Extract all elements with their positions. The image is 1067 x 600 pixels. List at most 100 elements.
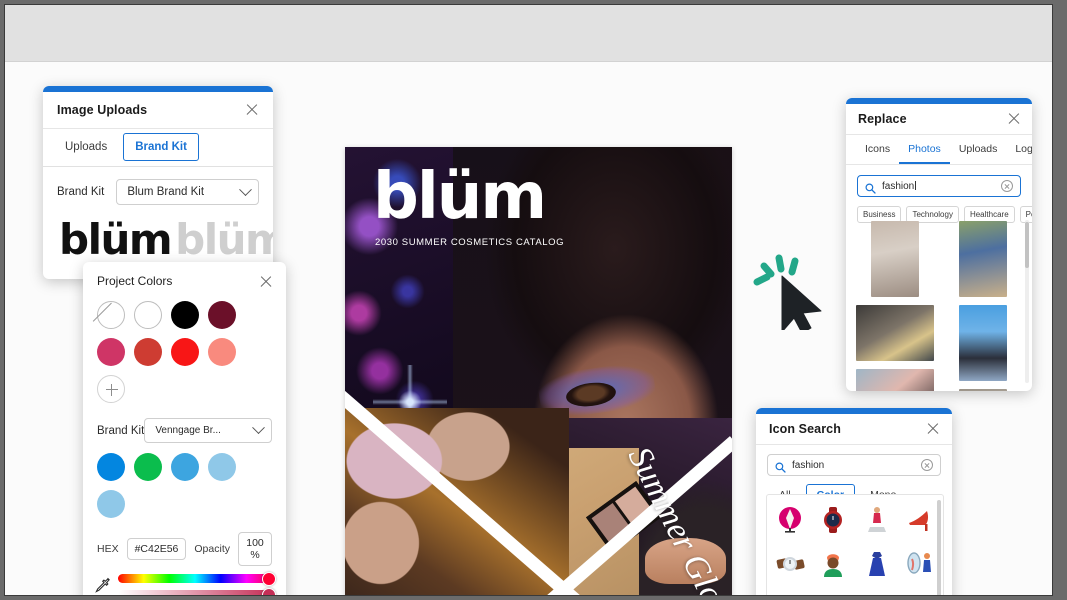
replace-search-input[interactable]: fashion: [882, 181, 995, 192]
project-brand-kit-label: Brand Kit: [97, 424, 145, 437]
cover-brand-title[interactable]: blüm: [373, 165, 547, 229]
swatch-white[interactable]: [134, 301, 162, 329]
project-colors-panel[interactable]: Project Colors Brand Kit Venngage Br...: [83, 262, 286, 596]
blue-gown-icon[interactable]: [856, 543, 898, 585]
clear-icon[interactable]: [921, 459, 933, 471]
click-cursor-icon: [747, 248, 827, 334]
tab-icons[interactable]: Icons: [856, 135, 899, 164]
swatch-brand-green[interactable]: [134, 453, 162, 481]
cover-subtitle[interactable]: 2030 SUMMER COSMETICS CATALOG: [375, 237, 564, 248]
opacity-input[interactable]: 100 %: [238, 532, 272, 566]
brand-kit-field-row: Brand Kit Blum Brand Kit: [57, 179, 259, 205]
photo-couple-on-bench[interactable]: [856, 305, 934, 361]
image-uploads-header: Image Uploads: [43, 92, 273, 129]
alpha-slider-knob[interactable]: [262, 587, 276, 595]
icon-results-grid[interactable]: [766, 494, 944, 595]
photo-watch-pink-outfit[interactable]: [856, 369, 934, 391]
replace-panel-header: Replace: [846, 104, 1032, 135]
model-on-runway-icon[interactable]: [856, 499, 898, 541]
replace-photo-results[interactable]: [846, 217, 1032, 391]
icon-search-box[interactable]: fashion: [767, 454, 941, 476]
pin-cushion-icon[interactable]: [813, 587, 855, 595]
swatch-salmon[interactable]: [208, 338, 236, 366]
brand-kit-select-value: Blum Brand Kit: [127, 186, 205, 198]
image-uploads-title: Image Uploads: [57, 103, 148, 117]
photo-woman-denim-jacket[interactable]: [959, 221, 1007, 297]
replace-scrollbar-thumb[interactable]: [1025, 222, 1029, 268]
image-uploads-panel[interactable]: Image Uploads Uploads Brand Kit Brand Ki…: [43, 86, 273, 279]
replace-panel-title: Replace: [858, 112, 907, 126]
wristwatch-icon[interactable]: [813, 499, 855, 541]
tshirt-heart-icon[interactable]: [769, 587, 811, 595]
photo-grid-col-right: [944, 221, 1022, 391]
hex-label: HEX: [97, 543, 119, 555]
close-icon[interactable]: [1006, 111, 1022, 127]
editor-canvas-area[interactable]: blüm 2030 SUMMER COSMETICS CATALOG Summe…: [5, 62, 1052, 595]
image-uploads-tabs[interactable]: Uploads Brand Kit: [43, 129, 273, 167]
close-icon[interactable]: [258, 274, 274, 290]
icon-results-scrollbar-thumb[interactable]: [937, 500, 941, 595]
tab-brand-kit[interactable]: Brand Kit: [123, 133, 199, 161]
tailor-mannequin-icon[interactable]: [900, 587, 942, 595]
project-brand-kit-row: Brand Kit Venngage Br...: [83, 403, 286, 443]
hex-input[interactable]: #C42E56: [126, 538, 187, 560]
brand-logo-grey[interactable]: blüm: [175, 219, 273, 261]
search-icon: [865, 181, 876, 194]
clear-icon[interactable]: [1001, 180, 1013, 192]
design-canvas-artboard[interactable]: blüm 2030 SUMMER COSMETICS CATALOG Summe…: [345, 147, 732, 595]
icon-search-panel[interactable]: Icon Search fashion All Color Mono: [756, 408, 952, 595]
slider-stack[interactable]: [118, 571, 276, 595]
hue-slider[interactable]: [118, 571, 276, 586]
icon-grid[interactable]: [769, 499, 942, 595]
swatch-brand-sky[interactable]: [171, 453, 199, 481]
watch-strap-icon[interactable]: [769, 543, 811, 585]
chevron-down-icon: [252, 421, 265, 435]
clothes-rack-icon[interactable]: [856, 587, 898, 595]
swatch-brand-light-blue-1[interactable]: [208, 453, 236, 481]
close-icon[interactable]: [244, 102, 260, 118]
alpha-slider[interactable]: [118, 587, 276, 595]
brand-kit-select[interactable]: Blum Brand Kit: [116, 179, 259, 205]
photo-woman-pink-coat[interactable]: [871, 221, 919, 297]
close-icon[interactable]: [925, 421, 941, 437]
project-color-swatches[interactable]: [83, 290, 286, 403]
brand-kit-swatches[interactable]: [83, 443, 286, 518]
brand-logo-dark[interactable]: blüm: [59, 219, 173, 261]
dress-mannequin-icon[interactable]: [769, 499, 811, 541]
brand-logo-preview[interactable]: blüm blüm: [57, 219, 273, 261]
opacity-label: Opacity: [194, 543, 230, 555]
project-colors-header: Project Colors: [83, 262, 286, 290]
replace-panel[interactable]: Replace Icons Photos Uploads Logos fashi…: [846, 98, 1032, 391]
swatch-no-color[interactable]: [97, 301, 125, 329]
tab-uploads[interactable]: Uploads: [53, 133, 119, 161]
icon-search-wrap: fashion: [756, 445, 952, 476]
swatch-black[interactable]: [171, 301, 199, 329]
icon-search-title: Icon Search: [769, 422, 841, 436]
brand-kit-label: Brand Kit: [57, 186, 105, 198]
swatch-brand-blue[interactable]: [97, 453, 125, 481]
project-brand-kit-select[interactable]: Venngage Br...: [144, 418, 272, 443]
replace-search-box[interactable]: fashion: [857, 175, 1021, 197]
swatch-pink-rose[interactable]: [97, 338, 125, 366]
hue-slider-knob[interactable]: [262, 571, 276, 586]
icon-search-header: Icon Search: [756, 414, 952, 445]
photo-couple-blue-sky[interactable]: [959, 305, 1007, 381]
color-sliders-row[interactable]: [83, 566, 286, 596]
add-color-button[interactable]: [97, 375, 125, 403]
swatch-brand-light-blue-2[interactable]: [97, 490, 125, 518]
icon-search-input[interactable]: fashion: [792, 460, 915, 471]
eyedropper-icon[interactable]: [95, 576, 111, 596]
photo-woman-street-style[interactable]: [959, 389, 1007, 391]
person-turban-icon[interactable]: [813, 543, 855, 585]
high-heel-shoe-icon[interactable]: [900, 499, 942, 541]
replace-panel-tabs[interactable]: Icons Photos Uploads Logos: [846, 135, 1032, 165]
swatch-brick-red[interactable]: [134, 338, 162, 366]
tab-logos[interactable]: Logos: [1006, 135, 1032, 164]
tab-photos[interactable]: Photos: [899, 135, 950, 164]
app-window: blüm 2030 SUMMER COSMETICS CATALOG Summe…: [4, 4, 1053, 596]
swatch-bright-red[interactable]: [171, 338, 199, 366]
chevron-down-icon: [239, 182, 252, 196]
tab-uploads[interactable]: Uploads: [950, 135, 1007, 164]
swatch-dark-maroon[interactable]: [208, 301, 236, 329]
mirror-fitting-icon[interactable]: [900, 543, 942, 585]
